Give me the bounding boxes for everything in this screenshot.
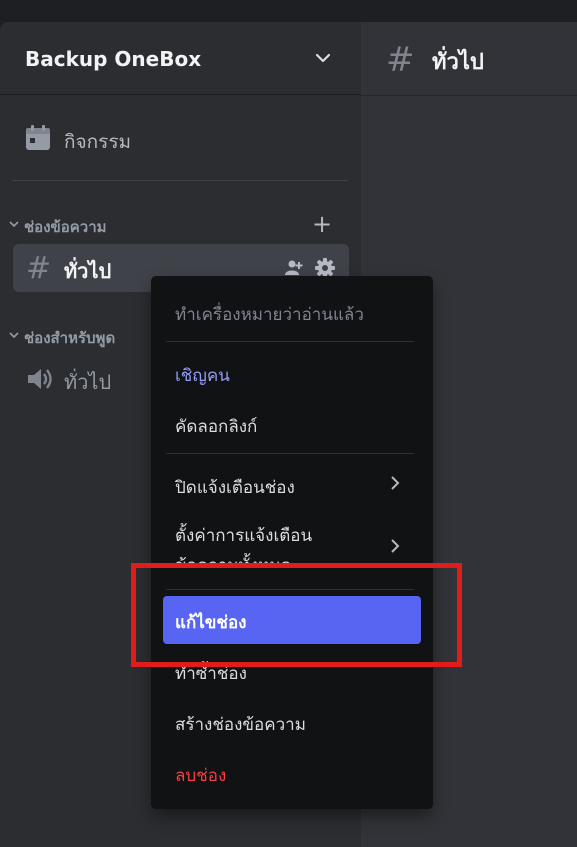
menu-item-copy-link[interactable]: คัดลอกลิงก์ bbox=[175, 413, 257, 440]
collapse-arrow-icon[interactable] bbox=[9, 219, 19, 229]
header-divider bbox=[361, 95, 577, 96]
menu-item-notification-settings[interactable]: ตั้งค่าการแจ้งเตือน bbox=[175, 522, 312, 549]
menu-item-invite[interactable]: เชิญคน bbox=[175, 362, 230, 389]
channel-title: ทั่วไป bbox=[432, 50, 484, 75]
window-titlebar bbox=[0, 0, 577, 22]
menu-divider bbox=[166, 453, 414, 454]
calendar-icon bbox=[26, 125, 50, 150]
speaker-icon bbox=[28, 369, 52, 389]
channel-name: ทั่วไป bbox=[64, 259, 112, 283]
category-text-channels[interactable]: ช่องข้อความ bbox=[24, 215, 107, 239]
hashtag-icon: # bbox=[26, 251, 52, 286]
hashtag-icon: # bbox=[386, 40, 415, 80]
menu-item-create-text-channel[interactable]: สร้างช่องข้อความ bbox=[175, 711, 306, 738]
sidebar-divider bbox=[12, 180, 348, 181]
add-channel-button[interactable]: + bbox=[312, 212, 332, 236]
voice-channel-name[interactable]: ทั่วไป bbox=[64, 366, 111, 398]
menu-divider bbox=[166, 341, 414, 342]
chevron-down-icon bbox=[315, 53, 331, 63]
highlight-annotation-box bbox=[131, 563, 462, 667]
menu-item-mute-channel[interactable]: ปิดแจ้งเตือนช่อง bbox=[175, 474, 295, 501]
invite-members-icon[interactable] bbox=[284, 258, 304, 278]
menu-item-mark-as-read[interactable]: ทำเครื่องหมายว่าอ่านแล้ว bbox=[175, 301, 364, 328]
chevron-right-icon bbox=[391, 476, 400, 490]
collapse-arrow-icon[interactable] bbox=[9, 330, 19, 340]
chevron-right-icon bbox=[391, 539, 400, 553]
menu-item-delete-channel[interactable]: ลบช่อง bbox=[175, 762, 226, 789]
events-link[interactable]: กิจกรรม bbox=[64, 127, 131, 157]
server-name: Backup OneBox bbox=[25, 47, 202, 71]
category-voice-channels[interactable]: ช่องสำหรับพูด bbox=[24, 326, 115, 350]
server-header[interactable]: Backup OneBox bbox=[0, 22, 361, 95]
channel-context-menu: ทำเครื่องหมายว่าอ่านแล้ว เชิญคน คัดลอกลิ… bbox=[151, 276, 433, 809]
